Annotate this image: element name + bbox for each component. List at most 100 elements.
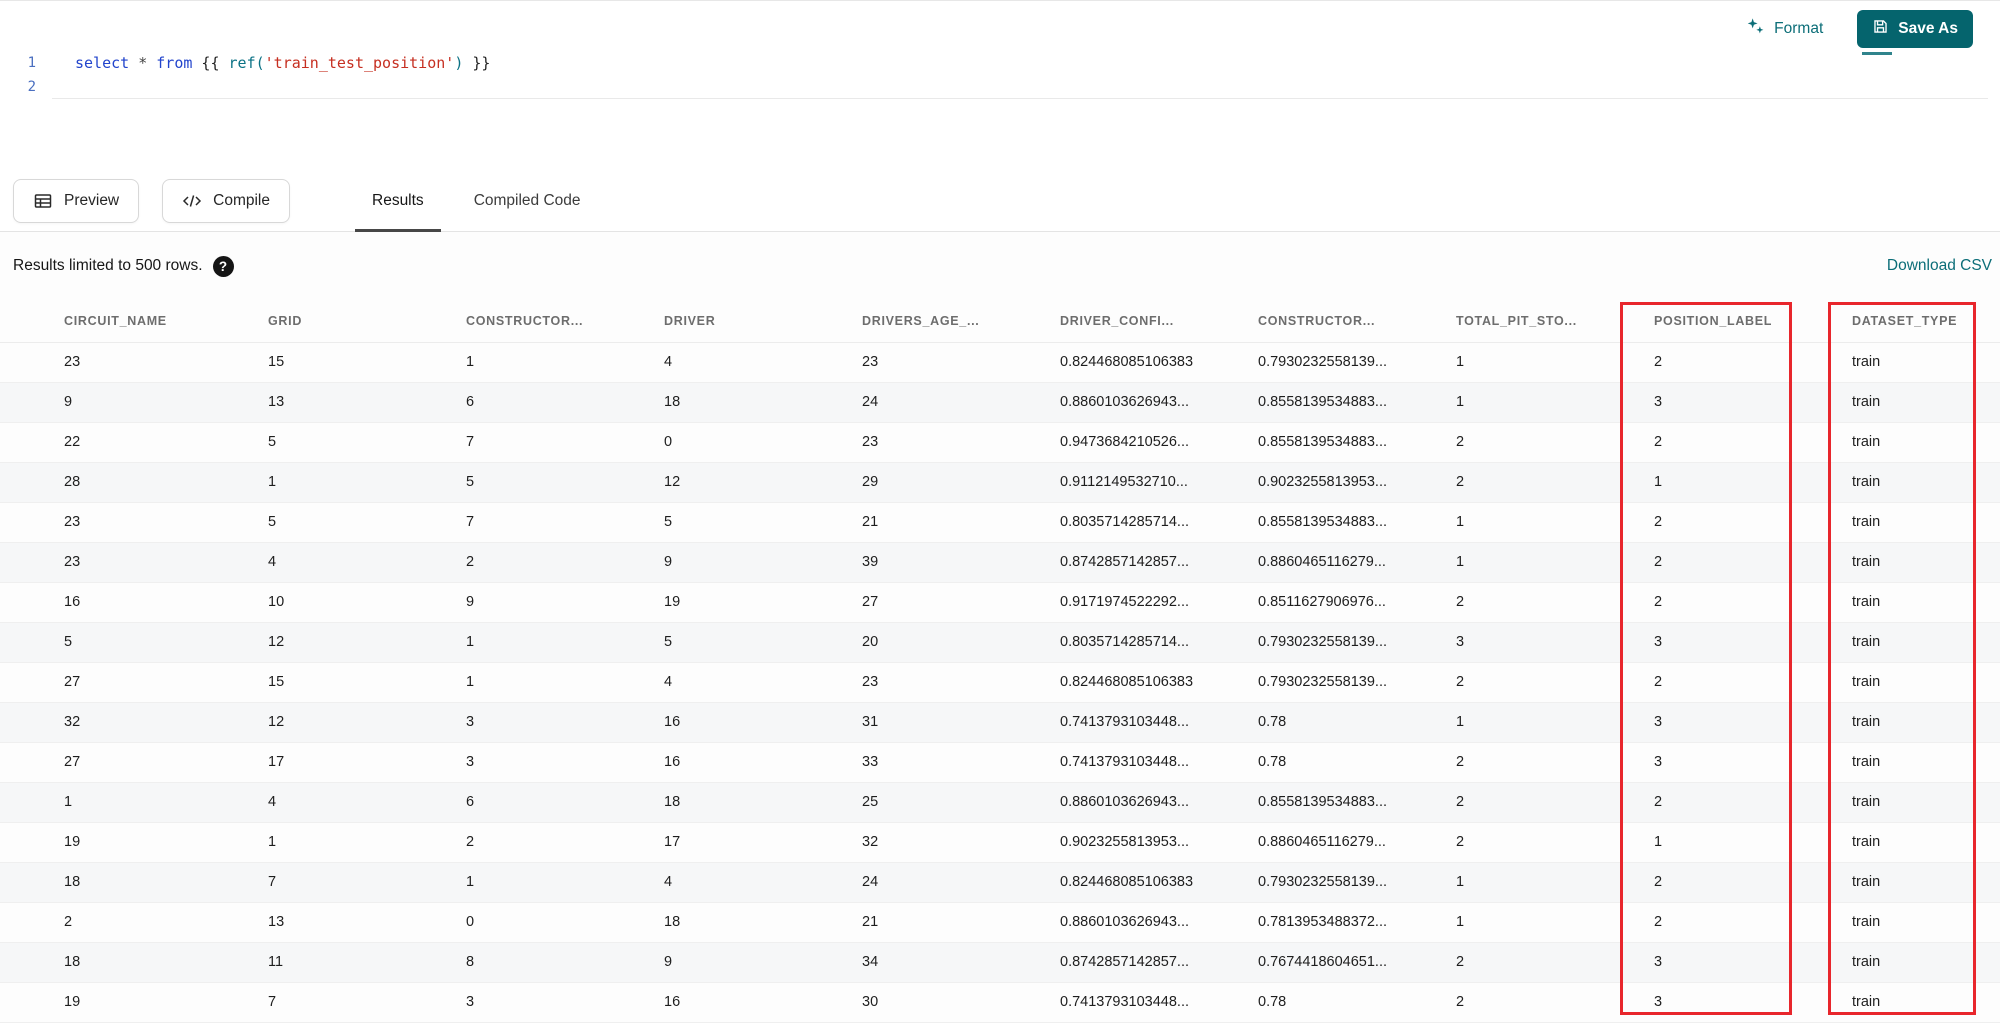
code-token: 'train_test_position' <box>264 54 455 72</box>
code-token: * <box>138 54 148 72</box>
table-cell: 5 <box>0 622 254 663</box>
table-cell: 24 <box>848 862 1046 903</box>
save-as-underline-mark <box>1862 52 1892 55</box>
table-cell: 27 <box>0 742 254 783</box>
results-panel: Results limited to 500 rows. ? Download … <box>0 232 2000 1023</box>
table-cell: 5 <box>452 462 650 503</box>
compile-button[interactable]: Compile <box>162 178 290 223</box>
table-cell: 0.9473684210526... <box>1046 422 1244 463</box>
editor-topbar: Format Save As <box>1738 10 1973 55</box>
table-cell: 2 <box>1442 942 1640 983</box>
table-cell: 1 <box>1442 502 1640 543</box>
table-cell: 2 <box>1640 582 1838 623</box>
table-cell: 3 <box>1640 942 1838 983</box>
code-line-2: 2 <box>0 75 2000 99</box>
table-cell: 18 <box>650 902 848 943</box>
table-cell: 9 <box>452 582 650 623</box>
question-circle-icon[interactable]: ? <box>212 255 234 277</box>
table-row: 18 11 8 9 34 0.8742857142857... 0.767441860465… <box>0 942 2000 983</box>
save-as-label: Save As <box>1898 20 1958 37</box>
download-csv-link[interactable]: Download CSV <box>1887 257 1994 275</box>
table-cell: 6 <box>452 782 650 823</box>
table-cell: 0.824468085106383 <box>1046 342 1244 383</box>
table-cell: 1 <box>452 622 650 663</box>
table-cell: 2 <box>1442 822 1640 863</box>
table-cell: 2 <box>1442 582 1640 623</box>
results-limit-text: Results limited to 500 rows. <box>13 257 203 274</box>
table-cell: train <box>1838 382 2000 423</box>
code-token: from <box>156 54 193 72</box>
table-cell: train <box>1838 502 2000 543</box>
code-token: ) <box>454 54 464 72</box>
table-cell: 3 <box>452 742 650 783</box>
table-cell: 3 <box>1640 982 1838 1023</box>
table-cell: 25 <box>848 782 1046 823</box>
code-area[interactable]: 1 select * from {{ ref('train_test_posit… <box>0 1 2000 99</box>
format-label: Format <box>1774 20 1824 37</box>
table-cell: 16 <box>650 702 848 743</box>
table-cell: 13 <box>254 902 452 943</box>
code-icon <box>182 191 202 211</box>
table-cell: 18 <box>650 782 848 823</box>
table-cell: 0 <box>452 902 650 943</box>
line-number: 2 <box>27 79 36 95</box>
table-cell: 4 <box>650 662 848 703</box>
table-cell: 0.78 <box>1244 702 1442 743</box>
preview-label: Preview <box>64 191 120 209</box>
column-header: CONSTRUCTOR... <box>1244 300 1442 343</box>
table-cell: train <box>1838 582 2000 623</box>
table-cell: 33 <box>848 742 1046 783</box>
table-cell: 4 <box>650 342 848 383</box>
column-header: DRIVERS_AGE_... <box>848 300 1046 343</box>
code-token: ref( <box>228 54 265 72</box>
table-cell: 0.78 <box>1244 982 1442 1023</box>
table-cell: 7 <box>254 982 452 1023</box>
table-cell: 1 <box>1442 902 1640 943</box>
code-token: select <box>75 54 130 72</box>
table-cell: 0.7674418604651... <box>1244 942 1442 983</box>
table-cell: 0.8558139534883... <box>1244 382 1442 423</box>
column-header: CIRCUIT_NAME <box>0 300 254 343</box>
line-number: 1 <box>27 55 36 71</box>
preview-button[interactable]: Preview <box>13 178 140 223</box>
table-cell: 0.7930232558139... <box>1244 342 1442 383</box>
table-cell: 29 <box>848 462 1046 503</box>
table-cell: 12 <box>254 622 452 663</box>
table-cell: 3 <box>452 702 650 743</box>
table-cell: 23 <box>0 542 254 583</box>
table-cell: 2 <box>452 542 650 583</box>
tab-compiled-code[interactable]: Compiled Code <box>449 170 606 231</box>
table-cell: 0.824468085106383 <box>1046 862 1244 903</box>
format-button[interactable]: Format <box>1738 11 1831 47</box>
table-cell: 15 <box>254 342 452 383</box>
table-cell: 2 <box>1442 422 1640 463</box>
results-toolbar: Preview Compile Results Compiled Code <box>0 170 2000 232</box>
table-cell: 3 <box>1640 742 1838 783</box>
table-cell: 9 <box>650 542 848 583</box>
column-header: GRID <box>254 300 452 343</box>
table-cell: 0.9112149532710... <box>1046 462 1244 503</box>
table-cell: 2 <box>1640 662 1838 703</box>
tab-results[interactable]: Results <box>347 170 449 232</box>
table-cell: 28 <box>0 462 254 503</box>
table-cell: 17 <box>650 822 848 863</box>
table-cell: train <box>1838 702 2000 743</box>
table-cell: 0.8860103626943... <box>1046 782 1244 823</box>
table-cell: 23 <box>0 342 254 383</box>
table-cell: 19 <box>650 582 848 623</box>
table-grid-icon <box>33 191 53 211</box>
table-cell: 21 <box>848 502 1046 543</box>
table-cell: 2 <box>1442 982 1640 1023</box>
table-cell: 7 <box>452 502 650 543</box>
table-cell: 34 <box>848 942 1046 983</box>
table-header-row: CIRCUIT_NAME GRID CONSTRUCTOR... DRIVER DRIV… <box>0 300 2000 343</box>
results-meta-row: Results limited to 500 rows. ? Download … <box>0 232 2000 300</box>
table-cell: train <box>1838 422 2000 463</box>
table-cell: train <box>1838 862 2000 903</box>
save-as-button[interactable]: Save As <box>1857 10 1973 48</box>
table-cell: 0.8511627906976... <box>1244 582 1442 623</box>
table-cell: 23 <box>848 662 1046 703</box>
table-cell: train <box>1838 462 2000 503</box>
